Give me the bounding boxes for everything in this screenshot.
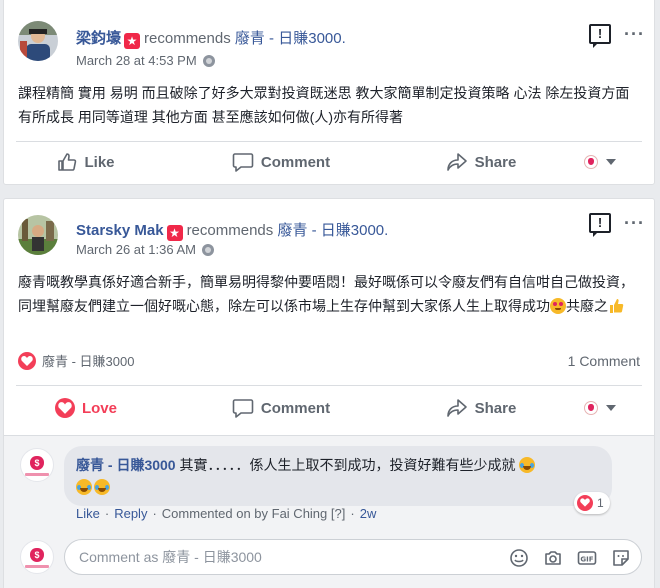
globe-icon[interactable] (202, 55, 215, 67)
comment-label: Comment (260, 399, 331, 417)
tears-of-joy-emoji-icon (76, 479, 92, 495)
comment-actions: Like · Reply · Commented on by Fai Ching [?]… (76, 506, 377, 521)
chevron-down-icon (606, 159, 616, 165)
post-text: 課程精簡 實用 易明 而且破除了好多大眾對投資既迷思 教大家簡單制定投資策略 心… (18, 85, 630, 125)
comment-icon (232, 399, 254, 418)
svg-text:GIF: GIF (580, 556, 593, 564)
thumbs-up-icon (58, 153, 77, 171)
sticker-icon[interactable] (611, 548, 631, 568)
divider (16, 141, 642, 142)
post-actions: Love Comment Share (16, 389, 642, 427)
more-options-icon[interactable]: ··· (624, 214, 645, 232)
author-line: 梁鈞壕 ★ recommends 廢青 - 日賺3000. (76, 27, 346, 49)
moneybag-logo-icon (30, 456, 44, 470)
help-link[interactable]: [?] (331, 506, 345, 521)
share-label: Share (474, 153, 517, 171)
moneybag-logo-icon (30, 548, 44, 562)
divider (16, 385, 642, 386)
post-timestamp[interactable]: March 26 at 1:36 AM (76, 242, 196, 257)
recommend-star-icon: ★ (166, 225, 183, 241)
love-label: Love (81, 399, 117, 417)
like-label: Like (84, 153, 115, 171)
logo-caption (25, 473, 49, 476)
share-button[interactable]: Share (406, 398, 556, 418)
reaction-summary[interactable]: 廢青 - 日賺3000 (18, 351, 134, 370)
post-text: 廢青嘅教學真係好適合新手，簡單易明得黎仲要唔悶！最好嘅係可以令廢友們有自信咁自己… (18, 270, 640, 318)
more-options-icon[interactable]: ··· (624, 25, 645, 43)
reaction-picker[interactable] (584, 401, 616, 415)
love-button[interactable]: Love (16, 398, 156, 418)
post-meta: March 26 at 1:36 AM (76, 242, 214, 257)
post-card-2: Starsky Mak ★ recommends 廢青 - 日賺3000. Marc… (3, 198, 655, 588)
comment-bubble: 廢青 - 日賺3000 其實．．．．．係人生上取不到成功，投資好難有些少成就 (64, 446, 612, 506)
composer-avatar (20, 540, 54, 574)
comment-composer[interactable]: GIF (64, 539, 642, 575)
share-icon (446, 399, 467, 417)
comment-label: Comment (260, 153, 331, 171)
comment-age[interactable]: 2w (360, 506, 377, 521)
thumbs-up-emoji-icon (610, 299, 624, 313)
share-button[interactable]: Share (406, 152, 556, 172)
like-button[interactable]: Like (16, 152, 156, 172)
page-link[interactable]: 廢青 - 日賺3000. (235, 30, 346, 47)
comment-author[interactable]: 廢青 - 日賺3000 (76, 457, 176, 473)
camera-icon[interactable] (543, 548, 563, 568)
reaction-picker[interactable] (584, 155, 616, 169)
share-label: Share (474, 399, 517, 417)
comment-button[interactable]: Comment (156, 398, 406, 418)
comment-like-link[interactable]: Like (76, 506, 100, 521)
comment-reactions[interactable]: 1 (574, 492, 610, 514)
gif-icon[interactable]: GIF (577, 548, 597, 568)
comment-reply-link[interactable]: Reply (114, 506, 147, 521)
comment-reaction-count: 1 (597, 496, 604, 510)
logo-caption (25, 565, 49, 568)
comment-count[interactable]: 1 Comment (568, 353, 640, 369)
author-avatar[interactable] (18, 215, 58, 255)
comments-section: 廢青 - 日賺3000 其實．．．．．係人生上取不到成功，投資好難有些少成就 1… (4, 435, 654, 588)
love-reaction-icon (18, 351, 36, 370)
page-link[interactable]: 廢青 - 日賺3000. (277, 222, 388, 239)
tears-of-joy-emoji-icon (94, 479, 110, 495)
post-text-body: 廢青嘅教學真係好適合新手，簡單易明得黎仲要唔悶！最好嘅係可以令廢友們有自信咁自己… (18, 274, 634, 314)
post-actions: Like Comment Share (16, 143, 642, 181)
heart-eyes-emoji-icon (550, 298, 566, 314)
chevron-down-icon (606, 405, 616, 411)
share-icon (446, 153, 467, 171)
post-text-tail: 共廢之 (566, 298, 608, 314)
globe-icon[interactable] (201, 244, 214, 256)
post-card-1: 梁鈞壕 ★ recommends 廢青 - 日賺3000. March 28 at … (3, 0, 655, 185)
heart-icon (54, 398, 75, 418)
report-icon[interactable]: ! (589, 213, 611, 237)
post-meta: March 28 at 4:53 PM (76, 53, 215, 68)
comment-input[interactable] (79, 540, 479, 574)
author-avatar[interactable] (18, 21, 58, 61)
recommends-label: recommends (186, 222, 274, 239)
commented-by: Commented on by Fai Ching (161, 506, 328, 521)
tears-of-joy-emoji-icon (519, 457, 536, 473)
author-line: Starsky Mak ★ recommends 廢青 - 日賺3000. (76, 219, 388, 241)
emoji-icon[interactable] (509, 548, 529, 568)
reactor-name: 廢青 - 日賺3000 (42, 354, 135, 369)
report-icon[interactable]: ! (589, 24, 611, 48)
author-name[interactable]: 梁鈞壕 (76, 30, 121, 47)
comment-icon (232, 153, 254, 172)
post-timestamp[interactable]: March 28 at 4:53 PM (76, 53, 197, 68)
author-name[interactable]: Starsky Mak (76, 222, 164, 239)
love-reaction-icon (577, 495, 593, 511)
comment-text: 其實．．．．．係人生上取不到成功，投資好難有些少成就 (179, 457, 516, 473)
commenter-avatar[interactable] (20, 448, 54, 482)
page-logo-icon (584, 401, 598, 415)
recommends-label: recommends (144, 30, 231, 47)
page-logo-icon (584, 155, 598, 169)
recommend-star-icon: ★ (124, 33, 141, 49)
composer-tools: GIF (509, 548, 631, 568)
comment-button[interactable]: Comment (156, 152, 406, 172)
